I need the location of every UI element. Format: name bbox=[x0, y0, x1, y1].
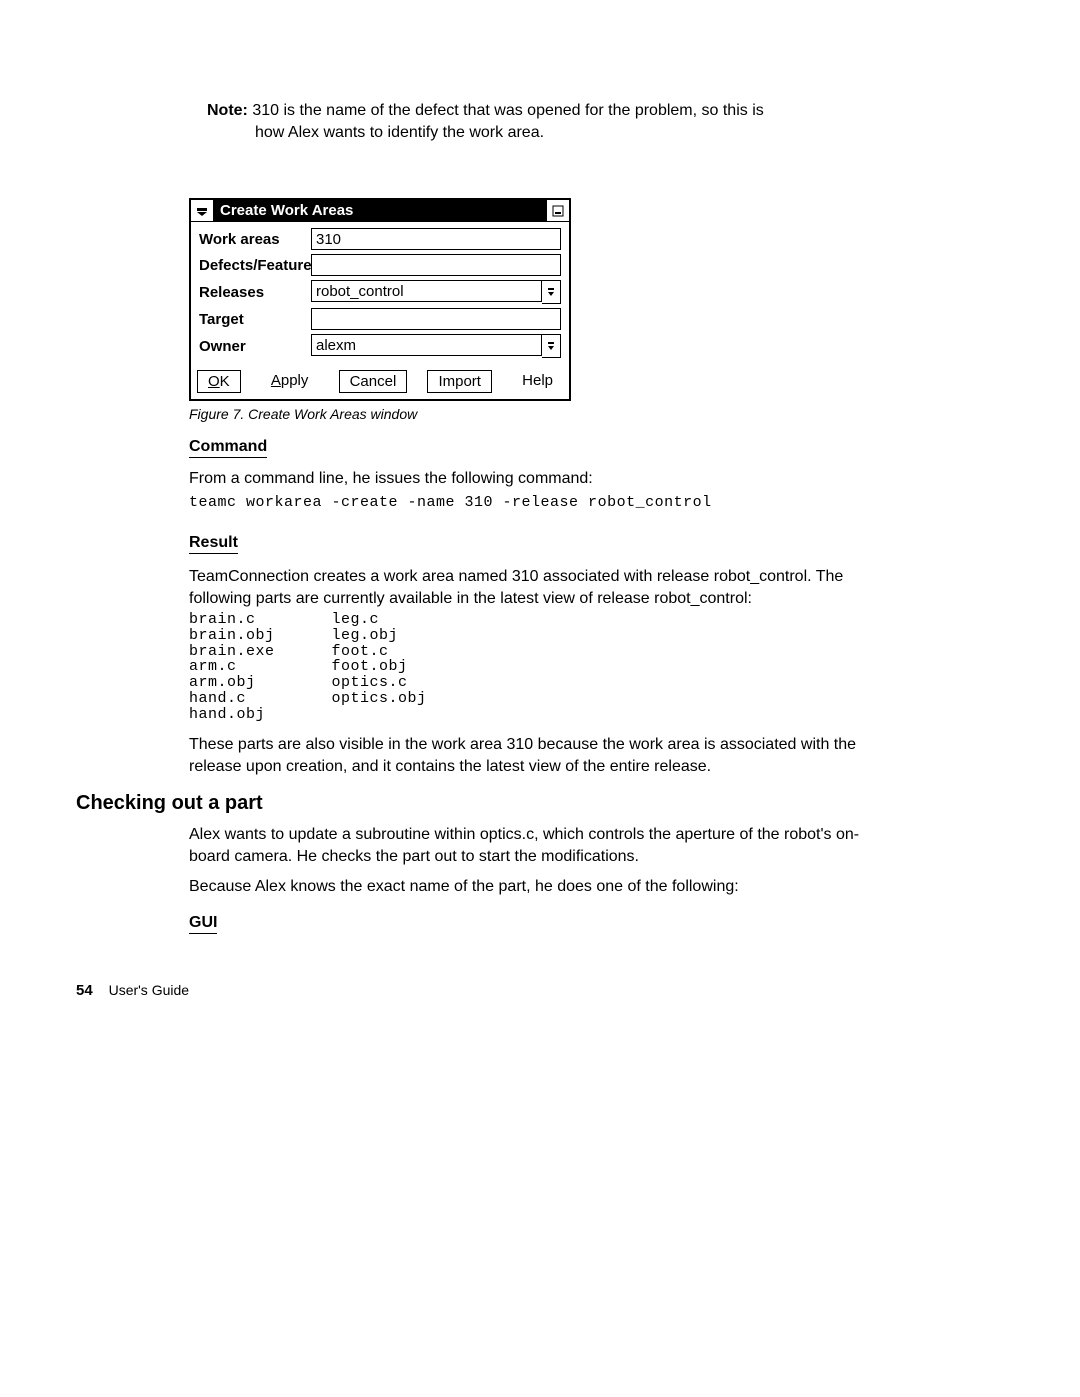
book-title: User's Guide bbox=[109, 982, 189, 998]
apply-button[interactable]: Apply bbox=[261, 370, 319, 393]
dialog-form: Work areas 310 Defects/Features Releases… bbox=[191, 222, 569, 366]
figure-caption: Figure 7. Create Work Areas window bbox=[189, 406, 417, 422]
label-target: Target bbox=[199, 311, 311, 328]
system-menu-icon[interactable] bbox=[191, 200, 214, 221]
command-intro: From a command line, he issues the follo… bbox=[189, 470, 869, 488]
dialog-title: Create Work Areas bbox=[214, 200, 546, 221]
heading-result: Result bbox=[189, 534, 238, 554]
result-paragraph-1: TeamConnection creates a work area named… bbox=[189, 566, 869, 609]
cancel-button[interactable]: Cancel bbox=[339, 370, 408, 393]
label-owner: Owner bbox=[199, 338, 311, 355]
dialog-button-row: OK Apply Cancel Import Help bbox=[191, 366, 569, 399]
command-code: teamc workarea -create -name 310 -releas… bbox=[189, 494, 712, 511]
parts-list: brain.c leg.c brain.obj leg.obj brain.ex… bbox=[189, 612, 427, 722]
page-number: 54 bbox=[76, 982, 93, 999]
help-button[interactable]: Help bbox=[512, 370, 563, 393]
label-work-areas: Work areas bbox=[199, 231, 311, 248]
minimize-icon[interactable] bbox=[546, 200, 569, 221]
result-paragraph-2: These parts are also visible in the work… bbox=[189, 734, 869, 777]
create-work-areas-dialog: Create Work Areas Work areas 310 Defects… bbox=[189, 198, 571, 401]
input-defects-features[interactable] bbox=[311, 254, 561, 276]
label-releases: Releases bbox=[199, 284, 311, 301]
releases-dropdown-icon[interactable] bbox=[542, 280, 561, 304]
note-text-line2: how Alex wants to identify the work area… bbox=[255, 122, 867, 144]
dialog-titlebar: Create Work Areas bbox=[191, 200, 569, 222]
heading-checking-out: Checking out a part bbox=[76, 792, 263, 815]
input-target[interactable] bbox=[311, 308, 561, 330]
note-text-line1: 310 is the name of the defect that was o… bbox=[252, 102, 763, 119]
note-label: Note: bbox=[207, 102, 248, 119]
ok-button[interactable]: OK bbox=[197, 370, 241, 393]
input-owner[interactable]: alexm bbox=[311, 334, 542, 356]
checking-paragraph-2: Because Alex knows the exact name of the… bbox=[189, 876, 869, 898]
page-footer: 54 User's Guide bbox=[76, 982, 189, 999]
label-defects-features: Defects/Features bbox=[199, 257, 311, 274]
import-button[interactable]: Import bbox=[427, 370, 492, 393]
owner-dropdown-icon[interactable] bbox=[542, 334, 561, 358]
note-block: Note: 310 is the name of the defect that… bbox=[207, 100, 867, 143]
input-work-areas[interactable]: 310 bbox=[311, 228, 561, 250]
input-releases[interactable]: robot_control bbox=[311, 280, 542, 302]
heading-command: Command bbox=[189, 438, 267, 458]
checking-paragraph-1: Alex wants to update a subroutine within… bbox=[189, 824, 869, 867]
heading-gui: GUI bbox=[189, 914, 217, 934]
